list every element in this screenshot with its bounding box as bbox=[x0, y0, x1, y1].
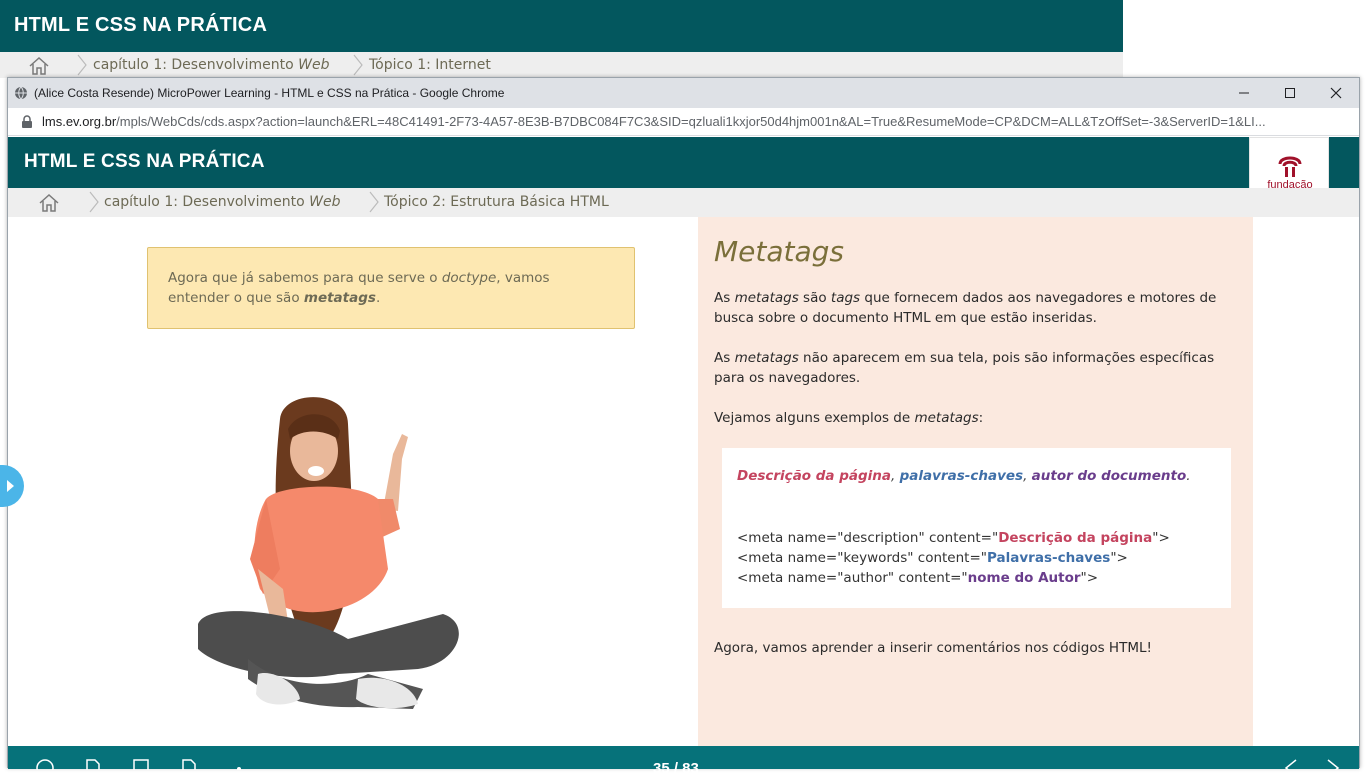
notes-icon[interactable] bbox=[132, 758, 150, 770]
code-sample: <meta name="description" content="Descri… bbox=[737, 528, 1170, 588]
bradesco-tree-icon bbox=[1278, 156, 1302, 177]
background-app-header: HTML E CSS NA PRÁTICA bbox=[0, 0, 1123, 52]
side-menu-toggle[interactable] bbox=[0, 465, 24, 507]
metatags-panel: Metatags As metatags são tags que fornec… bbox=[698, 217, 1253, 746]
example-legend: Descrição da página, palavras-chaves, au… bbox=[737, 468, 1191, 484]
previous-page-icon[interactable] bbox=[1282, 758, 1300, 770]
globe-icon bbox=[15, 86, 27, 100]
chevron-right-icon bbox=[89, 191, 99, 213]
paragraph-visibility: As metatags não aparecem em sua tela, po… bbox=[714, 350, 1215, 386]
background-breadcrumb-chapter[interactable]: capítulo 1: Desenvolvimento Web bbox=[93, 57, 329, 73]
code-line: <meta name="keywords" content="Palavras-… bbox=[737, 550, 1128, 566]
paragraph-definition: As metatags são tags que fornecem dados … bbox=[714, 290, 1217, 326]
metatag-example-box: Descrição da página, palavras-chaves, au… bbox=[722, 448, 1231, 608]
browser-window: (Alice Costa Resende) MicroPower Learnin… bbox=[0, 77, 1360, 777]
woman-pointing-illustration bbox=[198, 397, 459, 709]
minimize-button[interactable] bbox=[1221, 78, 1267, 108]
chevron-right-icon bbox=[369, 191, 379, 213]
breadcrumb: capítulo 1: Desenvolvimento Web Tópico 2… bbox=[8, 188, 1359, 217]
maximize-icon bbox=[1285, 88, 1295, 98]
browser-titlebar[interactable]: (Alice Costa Resende) MicroPower Learnin… bbox=[8, 78, 1359, 108]
next-page-icon[interactable] bbox=[1324, 758, 1342, 770]
app-header: HTML E CSS NA PRÁTICA bbox=[8, 137, 1359, 188]
panel-heading: Metatags bbox=[714, 235, 845, 268]
code-line: <meta name="description" content="Descri… bbox=[737, 530, 1170, 546]
minimize-icon bbox=[1239, 92, 1249, 94]
paragraph-examples-intro: Vejamos alguns exemplos de metatags: bbox=[714, 410, 984, 426]
close-button[interactable] bbox=[1313, 78, 1359, 108]
breadcrumb-chapter[interactable]: capítulo 1: Desenvolvimento Web bbox=[104, 194, 340, 210]
chevron-right-icon bbox=[77, 54, 87, 76]
close-icon bbox=[1330, 87, 1342, 99]
home-icon[interactable] bbox=[28, 56, 50, 76]
page-counter: 35 / 83 bbox=[653, 760, 699, 777]
lock-icon[interactable] bbox=[21, 115, 33, 129]
lesson-content: Agora que já sabemos para que serve o do… bbox=[0, 217, 1359, 746]
bottom-navigation-bar: 35 / 83 bbox=[8, 746, 1359, 777]
paragraph-closing: Agora, vamos aprender a inserir comentár… bbox=[714, 640, 1152, 656]
background-breadcrumb: capítulo 1: Desenvolvimento Web Tópico 1… bbox=[0, 52, 1123, 78]
address-bar[interactable]: lms.ev.org.br/mpls/WebCds/cds.aspx?actio… bbox=[8, 108, 1359, 136]
url-text[interactable]: lms.ev.org.br/mpls/WebCds/cds.aspx?actio… bbox=[42, 114, 1352, 129]
background-app-title: HTML E CSS NA PRÁTICA bbox=[14, 14, 268, 36]
menu-icon[interactable] bbox=[230, 758, 248, 770]
breadcrumb-topic[interactable]: Tópico 2: Estrutura Básica HTML bbox=[384, 194, 609, 210]
maximize-button[interactable] bbox=[1267, 78, 1313, 108]
background-breadcrumb-topic[interactable]: Tópico 1: Internet bbox=[369, 57, 491, 73]
app-title: HTML E CSS NA PRÁTICA bbox=[24, 151, 265, 172]
home-icon[interactable] bbox=[38, 193, 60, 213]
glossary-icon[interactable] bbox=[180, 758, 198, 770]
help-icon[interactable] bbox=[36, 758, 54, 770]
chevron-right-icon bbox=[353, 54, 363, 76]
code-line: <meta name="author" content="nome do Aut… bbox=[737, 570, 1099, 586]
browser-window-title: (Alice Costa Resende) MicroPower Learnin… bbox=[34, 86, 505, 100]
intro-callout: Agora que já sabemos para que serve o do… bbox=[147, 247, 635, 329]
document-icon[interactable] bbox=[84, 758, 102, 770]
play-arrow-icon bbox=[7, 480, 14, 492]
